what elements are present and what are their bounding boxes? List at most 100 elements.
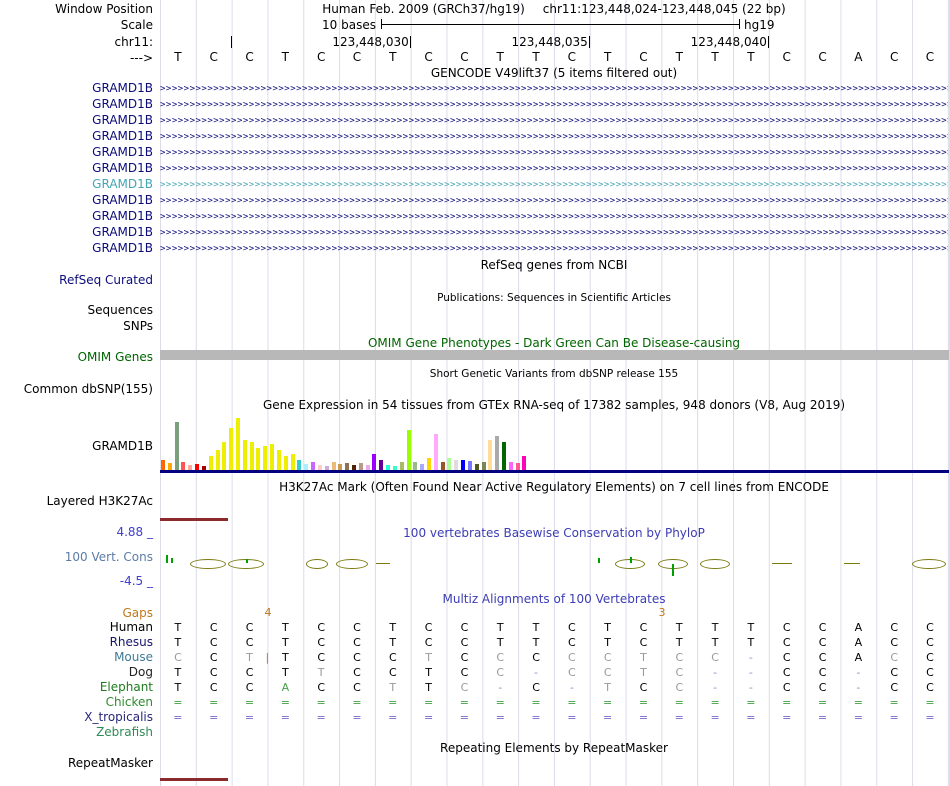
gene-transcript-row[interactable]: >>>>>>>>>>>>>>>>>>>>>>>>>>>>>>>>>>>>>>>>…: [160, 209, 948, 225]
gene-label-gramd1b[interactable]: GRAMD1B: [0, 177, 153, 191]
gtex-expression-chart[interactable]: [160, 412, 948, 470]
gene-transcript-row[interactable]: >>>>>>>>>>>>>>>>>>>>>>>>>>>>>>>>>>>>>>>>…: [160, 113, 948, 129]
alignment-base: T: [711, 621, 719, 634]
alignment-base: [303, 725, 339, 740]
alignment-base: C: [782, 636, 791, 649]
alignment-base: =: [674, 696, 684, 709]
alignment-base: C: [818, 651, 827, 664]
gene-transcript-row[interactable]: >>>>>>>>>>>>>>>>>>>>>>>>>>>>>>>>>>>>>>>>…: [160, 225, 948, 241]
gtex-bar: [283, 456, 288, 470]
base-letter: T: [174, 50, 182, 64]
gene-transcript-row[interactable]: >>>>>>>>>>>>>>>>>>>>>>>>>>>>>>>>>>>>>>>>…: [160, 129, 948, 145]
ruler-tick-label: 123,448,035: [511, 35, 588, 49]
alignment-base: =: [209, 711, 219, 724]
alignment-base: C: [639, 621, 648, 634]
gene-label-gramd1b[interactable]: GRAMD1B: [0, 129, 153, 143]
base-letter: T: [711, 50, 719, 64]
track-label-repeatmasker[interactable]: RepeatMasker: [0, 756, 153, 770]
track-label-sequences[interactable]: Sequences: [0, 303, 153, 317]
base-letter: C: [209, 50, 218, 64]
track-label-refseq-curated[interactable]: RefSeq Curated: [0, 273, 153, 287]
omim-gene-bar[interactable]: [160, 350, 949, 360]
gene-transcript-row[interactable]: >>>>>>>>>>>>>>>>>>>>>>>>>>>>>>>>>>>>>>>>…: [160, 145, 948, 161]
gtex-bar: [229, 428, 234, 470]
alignment-base: C: [460, 666, 469, 679]
alignment-base: -: [713, 681, 718, 694]
gtex-bar: [433, 434, 438, 470]
conservation-wiggle: [160, 546, 948, 582]
gene-transcript-row[interactable]: >>>>>>>>>>>>>>>>>>>>>>>>>>>>>>>>>>>>>>>>…: [160, 81, 948, 97]
alignment-base: C: [818, 681, 827, 694]
track-label-gaps[interactable]: Gaps: [0, 606, 153, 620]
alignment-base: =: [603, 696, 613, 709]
species-label-chicken[interactable]: Chicken: [0, 695, 153, 709]
alignment-base: T: [747, 621, 755, 634]
alignment-base: C: [353, 651, 361, 664]
ruler-tick: [409, 36, 411, 48]
track-label-gtex-gene[interactable]: GRAMD1B: [0, 439, 153, 453]
gene-label-gramd1b[interactable]: GRAMD1B: [0, 145, 153, 159]
gene-label-gramd1b[interactable]: GRAMD1B: [0, 193, 153, 207]
track-label-h3k27ac[interactable]: Layered H3K27Ac: [0, 494, 153, 508]
gene-label-gramd1b[interactable]: GRAMD1B: [0, 97, 153, 111]
species-row-rhesus: TCCTCCTCCTTCTCTTTCCACC: [160, 635, 948, 650]
track-title-omim: OMIM Gene Phenotypes - Dark Green Can Be…: [367, 336, 741, 350]
gene-label-gramd1b[interactable]: GRAMD1B: [0, 209, 153, 223]
gtex-bar: [467, 461, 472, 470]
alignment-base: C: [209, 681, 218, 694]
gap-size-number: 3: [658, 606, 666, 619]
alignment-base: T: [425, 681, 432, 694]
species-label-human[interactable]: Human: [0, 620, 153, 634]
base-letter: C: [889, 50, 899, 64]
gene-transcript-row[interactable]: >>>>>>>>>>>>>>>>>>>>>>>>>>>>>>>>>>>>>>>>…: [160, 97, 948, 113]
alignment-base: =: [782, 711, 792, 724]
base-position-ruler[interactable]: 123,448,030 123,448,035 123,448,040: [160, 35, 948, 49]
alignment-base: T: [174, 636, 182, 649]
gene-label-gramd1b[interactable]: GRAMD1B: [0, 81, 153, 95]
base-letter: C: [818, 50, 827, 64]
species-label-mouse[interactable]: Mouse: [0, 650, 153, 664]
alignment-base: T: [604, 636, 612, 649]
species-row-zebrafish: [160, 725, 948, 740]
gene-transcript-row[interactable]: >>>>>>>>>>>>>>>>>>>>>>>>>>>>>>>>>>>>>>>>…: [160, 177, 948, 193]
track-label-snps[interactable]: SNPs: [0, 319, 153, 333]
gtex-bar: [276, 450, 281, 470]
gene-label-gramd1b[interactable]: GRAMD1B: [0, 161, 153, 175]
gene-transcript-row[interactable]: >>>>>>>>>>>>>>>>>>>>>>>>>>>>>>>>>>>>>>>>…: [160, 161, 948, 177]
alignment-base: =: [567, 696, 577, 709]
species-label-rhesus[interactable]: Rhesus: [0, 635, 153, 649]
ruler-tick: [588, 36, 590, 48]
alignment-base: C: [639, 681, 648, 694]
track-label-omim-genes[interactable]: OMIM Genes: [0, 350, 153, 364]
species-label-zebrafish[interactable]: Zebrafish: [0, 725, 153, 739]
alignment-base: [411, 725, 447, 740]
gtex-bar: [461, 460, 466, 470]
alignment-base: T: [317, 666, 325, 679]
species-label-x_tropicalis[interactable]: X_tropicalis: [0, 710, 153, 724]
alignment-base: [267, 725, 303, 740]
alignment-base: C: [818, 636, 827, 649]
alignment-base: [232, 725, 268, 740]
gene-transcript-row[interactable]: >>>>>>>>>>>>>>>>>>>>>>>>>>>>>>>>>>>>>>>>…: [160, 241, 948, 257]
species-label-dog[interactable]: Dog: [0, 665, 153, 679]
track-label-common-dbsnp[interactable]: Common dbSNP(155): [0, 382, 153, 396]
track-label-100-vert-cons[interactable]: 100 Vert. Cons: [0, 550, 153, 564]
species-label-elephant[interactable]: Elephant: [0, 680, 153, 694]
dna-sequence-row: TCCTCCTCCTTCTCTTTCCACC: [160, 50, 948, 65]
alignment-base: C: [245, 636, 254, 649]
phylop-dash: [844, 563, 860, 564]
alignment-base: =: [495, 711, 505, 724]
gene-label-gramd1b[interactable]: GRAMD1B: [0, 113, 153, 127]
gene-label-gramd1b[interactable]: GRAMD1B: [0, 225, 153, 239]
alignment-base: -: [748, 666, 753, 679]
gtex-baseline: [160, 470, 949, 473]
gene-transcript-row[interactable]: >>>>>>>>>>>>>>>>>>>>>>>>>>>>>>>>>>>>>>>>…: [160, 193, 948, 209]
alignment-base: T: [496, 621, 504, 634]
track-title-gtex: Gene Expression in 54 tissues from GTEx …: [262, 398, 846, 412]
gtex-bar: [263, 446, 268, 470]
alignment-base: C: [209, 666, 218, 679]
phylop-positive-tick: [598, 558, 600, 563]
alignment-base: =: [173, 696, 183, 709]
gene-label-gramd1b[interactable]: GRAMD1B: [0, 241, 153, 255]
alignment-base: [697, 725, 733, 740]
